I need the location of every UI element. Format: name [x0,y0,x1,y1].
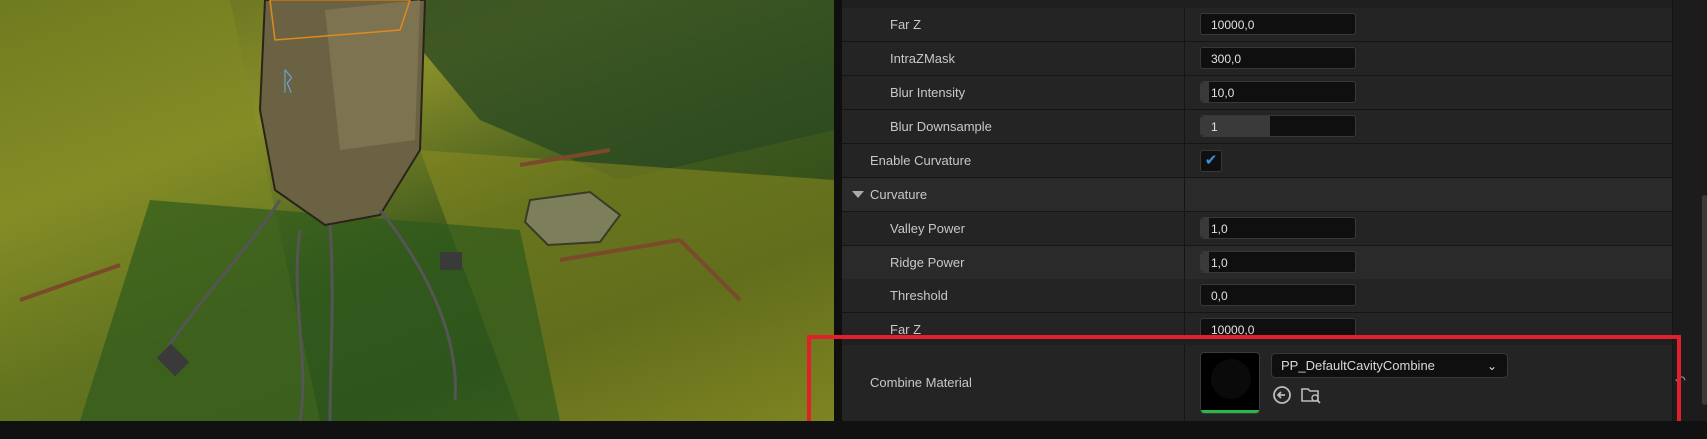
property-label: Blur Intensity [890,85,966,100]
property-label: Blur Downsample [890,119,992,134]
section-label: Curvature [870,187,928,202]
property-row-valley-power: Valley Power 1,0 [842,212,1672,246]
property-label: Far Z [890,322,922,336]
threshold-input[interactable]: 0,0 [1200,284,1356,306]
far-z-input[interactable]: 10000,0 [1200,13,1356,35]
section-header-curvature[interactable]: Curvature [842,178,1672,212]
property-row-threshold: Threshold 0,0 [842,279,1672,313]
triangle-down-icon[interactable] [852,191,864,198]
annotation-highlight-box [807,335,1681,429]
property-row-blur-downsample: Blur Downsample 1 [842,110,1672,144]
property-label: Valley Power [890,221,965,236]
enable-curvature-checkbox[interactable]: ✔ [1200,150,1222,172]
property-row-far-z: Far Z 10000,0 [842,8,1672,42]
blur-intensity-slider[interactable]: 10,0 [1200,81,1356,103]
property-row-far-z-2: Far Z 10000,0 [842,313,1672,336]
valley-power-slider[interactable]: 1,0 [1200,217,1356,239]
far-z-2-input[interactable]: 10000,0 [1200,318,1356,335]
svg-text:ᚱ: ᚱ [280,67,296,97]
property-row-ridge-power: Ridge Power 1,0 [842,246,1672,280]
property-label: IntraZMask [890,51,956,66]
blur-downsample-slider[interactable]: 1 [1200,115,1356,137]
bottom-toolbar [0,421,1707,439]
checkmark-icon: ✔ [1204,152,1218,169]
scene-render: ᚱ [0,0,834,421]
level-viewport[interactable]: ᚱ [0,0,834,421]
intrazmask-input[interactable]: 300,0 [1200,47,1356,69]
property-row-blur-intensity: Blur Intensity 10,0 [842,76,1672,110]
scrollbar[interactable] [1702,195,1707,405]
property-row-intrazmask: IntraZMask 300,0 [842,42,1672,76]
property-row-enable-curvature: Enable Curvature ✔ [842,144,1672,178]
ridge-power-slider[interactable]: 1,0 [1200,251,1356,273]
property-label: Far Z [890,17,922,32]
property-label: Ridge Power [890,255,965,270]
property-label: Threshold [890,288,948,303]
property-label: Enable Curvature [870,153,972,168]
